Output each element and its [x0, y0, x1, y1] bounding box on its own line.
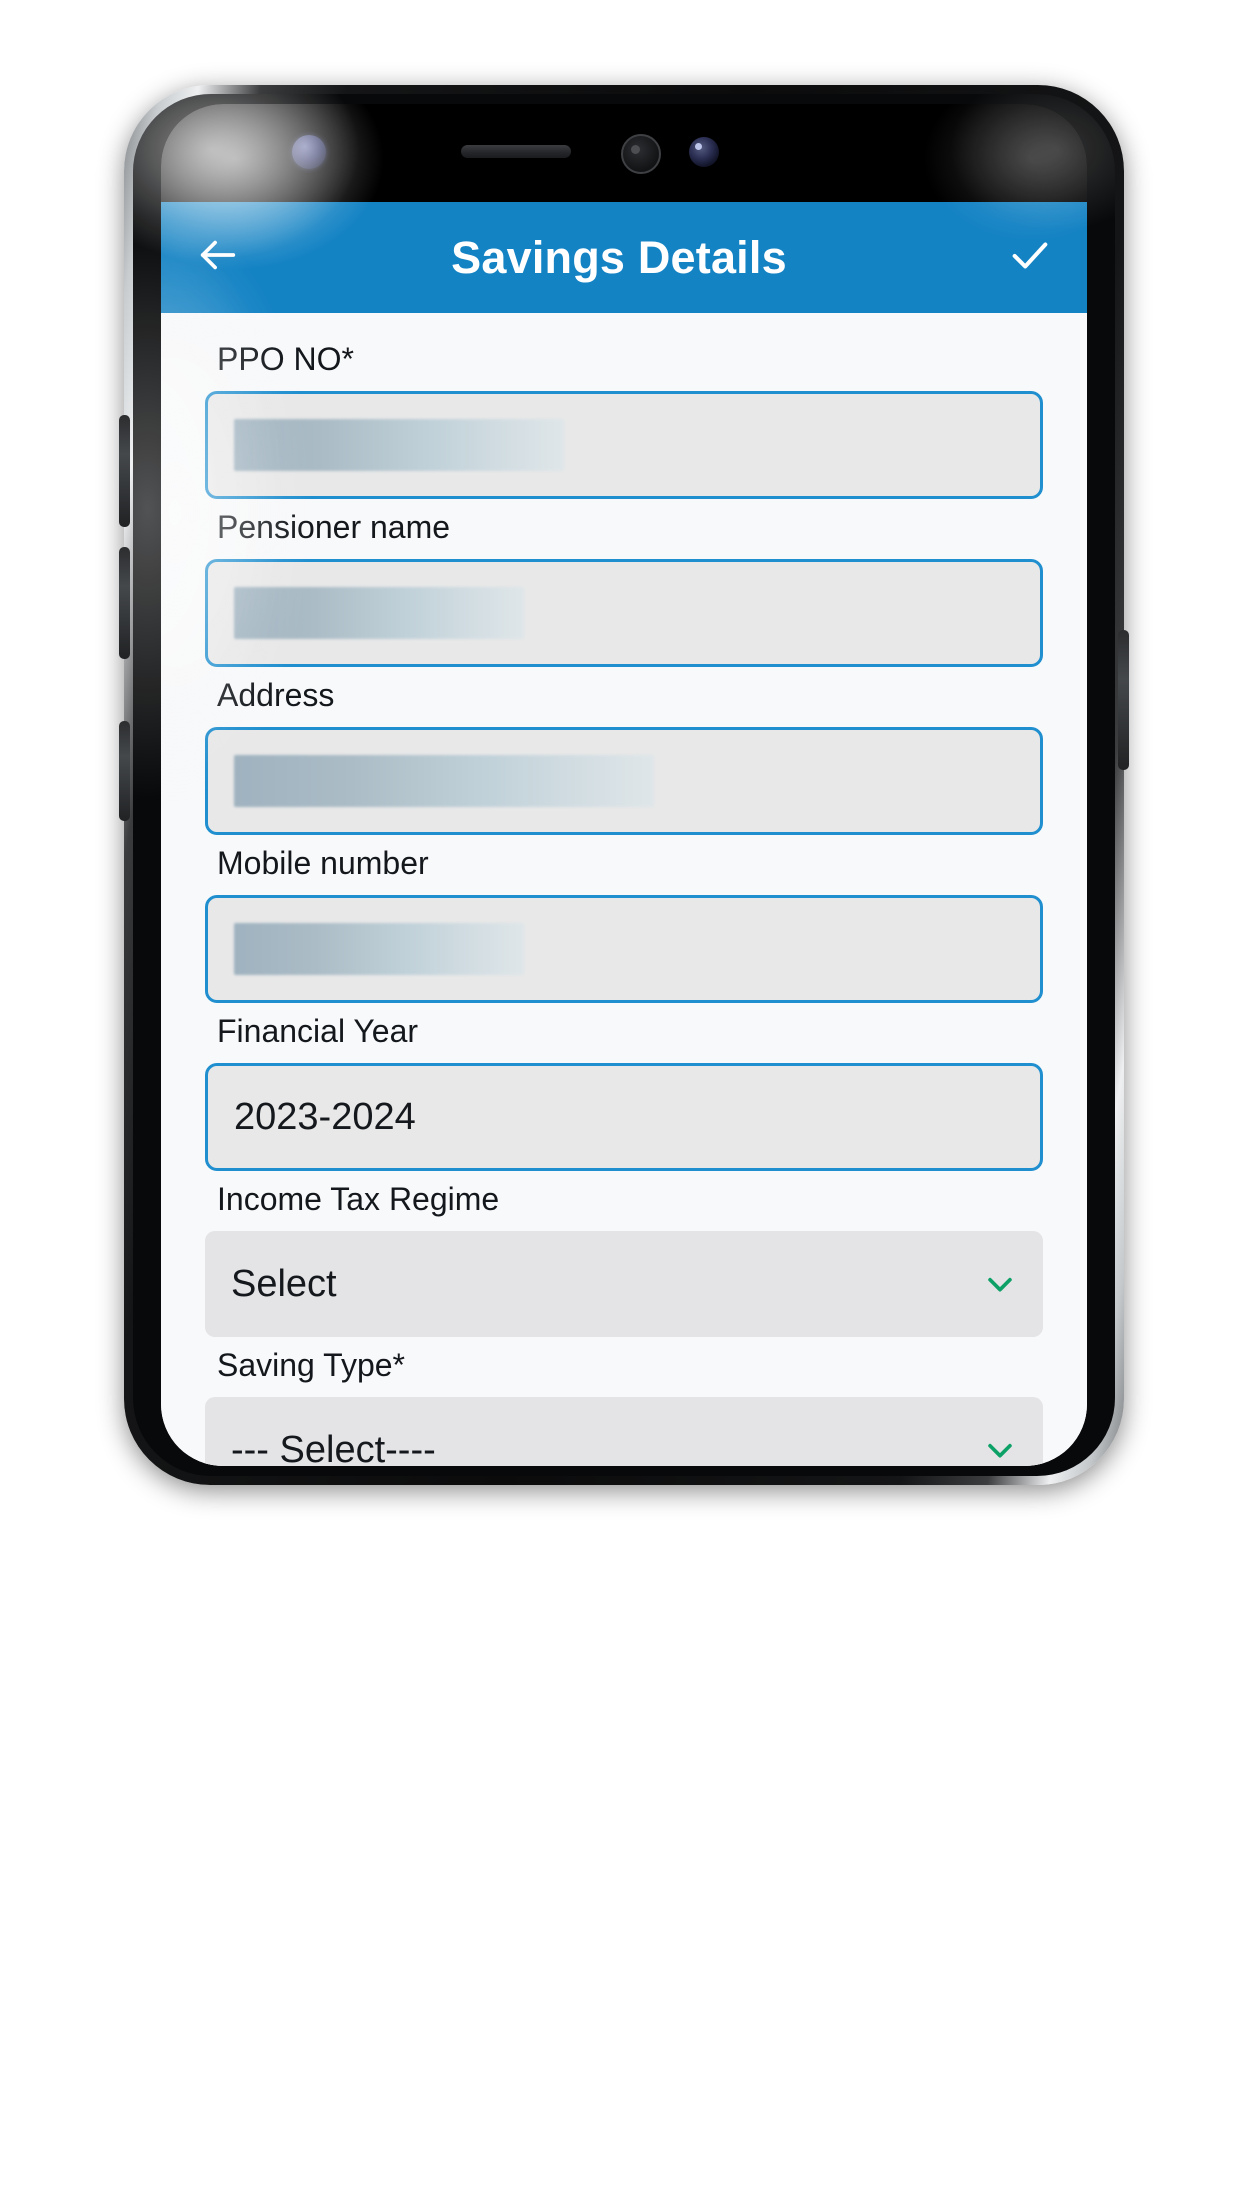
phone-device: Savings Details PPO NO* Pensioner name A…: [119, 85, 1129, 1485]
financial-year-input[interactable]: 2023-2024: [205, 1063, 1043, 1171]
field-value: 2023-2024: [234, 1096, 416, 1138]
bixby-button[interactable]: [119, 721, 130, 821]
app-viewport: Savings Details PPO NO* Pensioner name A…: [161, 202, 1087, 1466]
redacted-value: [234, 923, 524, 975]
check-icon: [1007, 232, 1053, 283]
field-label: Saving Type*: [217, 1347, 405, 1383]
field-mobile-number: Mobile number: [161, 847, 1087, 1003]
savings-details-form: PPO NO* Pensioner name Address Mobile nu…: [161, 313, 1087, 1466]
earpiece-speaker-icon: [461, 145, 571, 158]
field-address: Address: [161, 679, 1087, 835]
chevron-down-icon[interactable]: [983, 1267, 1017, 1301]
field-value: Select: [231, 1263, 337, 1305]
field-value: --- Select----: [231, 1429, 436, 1466]
screenshot-root: Savings Details PPO NO* Pensioner name A…: [0, 0, 1242, 2208]
page-title: Savings Details: [451, 231, 787, 283]
income-tax-regime-select[interactable]: Select: [205, 1231, 1043, 1337]
address-input[interactable]: [205, 727, 1043, 835]
volume-down-button[interactable]: [119, 547, 130, 659]
chevron-down-icon[interactable]: [983, 1433, 1017, 1466]
save-button[interactable]: [995, 229, 1053, 287]
power-button[interactable]: [1118, 630, 1129, 770]
mobile-number-input[interactable]: [205, 895, 1043, 1003]
saving-type-select[interactable]: --- Select----: [205, 1397, 1043, 1466]
field-saving-type: Saving Type* --- Select----: [161, 1349, 1087, 1466]
iris-scanner-icon: [292, 135, 326, 169]
field-label: Income Tax Regime: [217, 1181, 500, 1217]
field-label: Address: [217, 677, 335, 713]
redacted-value: [234, 755, 654, 807]
field-label: Mobile number: [217, 845, 429, 881]
redacted-value: [234, 587, 524, 639]
field-label: PPO NO*: [217, 341, 354, 377]
app-bar: Savings Details: [161, 202, 1087, 313]
volume-up-button[interactable]: [119, 415, 130, 527]
field-ppo-no: PPO NO*: [161, 343, 1087, 499]
pensioner-name-input[interactable]: [205, 559, 1043, 667]
field-label: Pensioner name: [217, 509, 451, 545]
arrow-left-icon: [195, 232, 241, 283]
field-pensioner-name: Pensioner name: [161, 511, 1087, 667]
proximity-sensor-icon: [621, 134, 661, 174]
field-label: Financial Year: [217, 1013, 419, 1049]
sensor-strip: [161, 104, 1087, 202]
ppo-no-input[interactable]: [205, 391, 1043, 499]
field-financial-year: Financial Year 2023-2024: [161, 1015, 1087, 1171]
field-income-tax-regime: Income Tax Regime Select: [161, 1183, 1087, 1337]
front-camera-icon: [689, 137, 719, 167]
redacted-value: [234, 419, 564, 471]
phone-screen: Savings Details PPO NO* Pensioner name A…: [161, 104, 1087, 1466]
